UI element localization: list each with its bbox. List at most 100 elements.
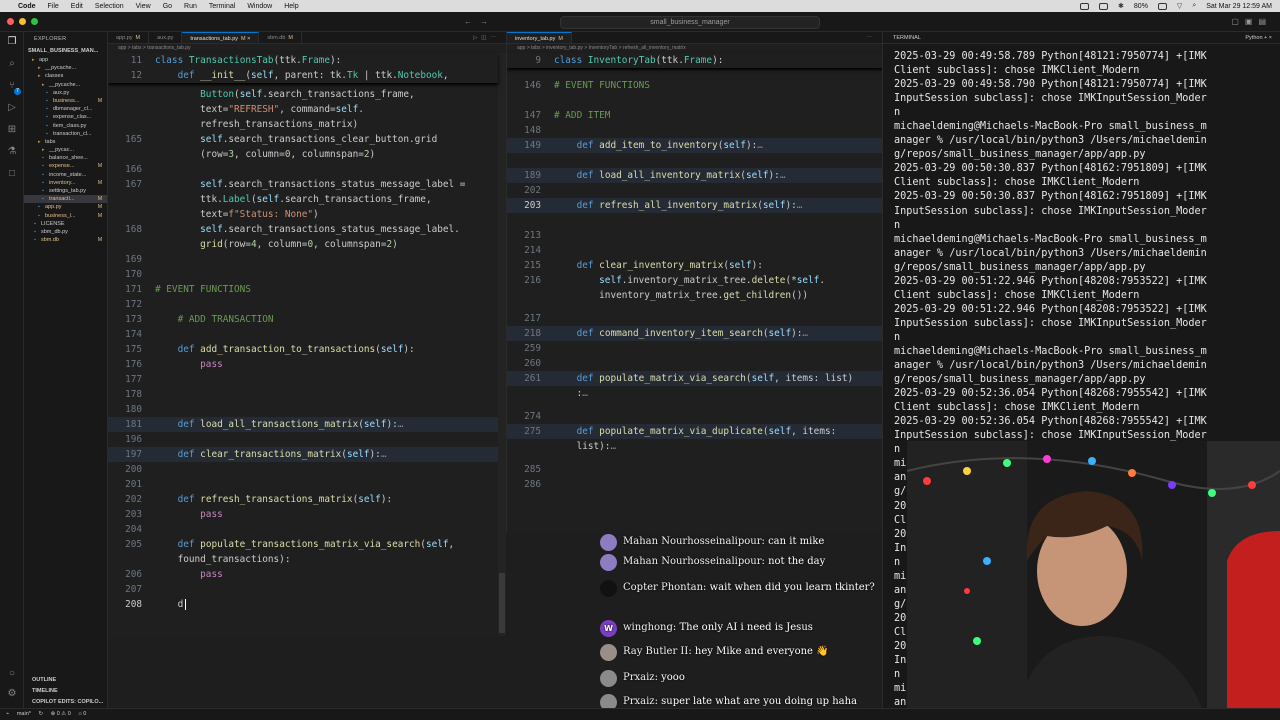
code-line[interactable]: 174 [108, 327, 498, 342]
sticky-scroll-header[interactable]: 11 class TransactionsTab(ttk.Frame): 12 de… [108, 53, 498, 83]
problems-count[interactable]: ⊗ 0 ⚠ 0 [51, 711, 71, 717]
code-line[interactable]: (row=3, column=0, columnspan=2) [108, 147, 498, 162]
close-tab-icon[interactable]: × [247, 36, 250, 42]
toggle-panel-icon[interactable]: ▣ [1245, 17, 1259, 26]
code-line[interactable]: found_transactions): [108, 552, 498, 567]
forward-arrow-icon[interactable]: → [480, 17, 496, 26]
code-line[interactable]: grid(row=4, column=0, columnspan=2) [108, 237, 498, 252]
code-line[interactable]: 9 class InventoryTab(ttk.Frame): [507, 53, 882, 68]
file-tree-item[interactable]: ▪ expense... M [24, 162, 107, 170]
close-window-button[interactable] [7, 18, 14, 25]
minimize-window-button[interactable] [19, 18, 26, 25]
code-line[interactable]: 217 [507, 311, 882, 326]
file-tree-item[interactable]: ▪ income_state... [24, 171, 107, 179]
ports-count[interactable]: ⌂ 0 [78, 711, 86, 717]
tab-sbm-db[interactable]: sbm.db M [259, 32, 303, 43]
code-line[interactable]: 206 pass [108, 567, 498, 582]
code-line[interactable]: 202 [507, 183, 882, 198]
code-line[interactable]: 204 [108, 522, 498, 537]
git-branch[interactable]: main* [17, 711, 31, 717]
code-line[interactable]: 197 def clear_transactions_matrix(self):… [108, 447, 498, 462]
menu-run[interactable]: Run [184, 3, 197, 10]
editor1-scrollbar[interactable] [498, 53, 506, 636]
back-arrow-icon[interactable]: ← [464, 17, 480, 26]
explorer-icon[interactable]: ❐ [6, 36, 18, 48]
tab-aux-py[interactable]: aux.py [149, 32, 183, 43]
file-tree-item[interactable]: ▸ classes [24, 72, 107, 80]
settings-gear-icon[interactable]: ⚙ [6, 688, 18, 700]
code-line[interactable]: 170 [108, 267, 498, 282]
menu-edit[interactable]: Edit [71, 3, 83, 10]
code-line[interactable]: 165 self.search_transactions_clear_butto… [108, 132, 498, 147]
code-line[interactable]: 205 def populate_transactions_matrix_via… [108, 537, 498, 552]
file-tree-item[interactable]: ▪ expense_clas... [24, 113, 107, 121]
search-icon[interactable]: ⌕ [6, 58, 18, 70]
code-line[interactable]: 169 [108, 252, 498, 267]
code-line[interactable]: 275 def populate_matrix_via_duplicate(se… [507, 424, 882, 439]
code-line[interactable]: 167 self.search_transactions_status_mess… [108, 177, 498, 192]
command-center-search[interactable]: small_business_manager [560, 16, 820, 29]
code-line[interactable]: inventory_matrix_tree.get_children()) [507, 288, 882, 303]
file-tree-item[interactable]: ▪ inventory... M [24, 179, 107, 187]
code-line[interactable]: 181 def load_all_transactions_matrix(sel… [108, 417, 498, 432]
sync-icon[interactable]: ↻ [38, 711, 43, 717]
code-line[interactable]: list):… [507, 439, 882, 454]
code-line[interactable]: 178 [108, 387, 498, 402]
editor2-code[interactable]: 9 class InventoryTab(ttk.Frame): 146 # EVEN… [507, 53, 882, 532]
outline-section[interactable]: OUTLINE [24, 675, 107, 686]
more-actions-icon[interactable]: ⋯ [867, 35, 877, 41]
remote-indicator-icon[interactable]: ⌁ [6, 711, 9, 717]
code-line[interactable]: ttk.Label(self.search_transactions_frame… [108, 192, 498, 207]
code-line[interactable]: refresh_transactions_matrix) [108, 117, 498, 132]
code-line[interactable]: Button(self.search_transactions_frame, [108, 87, 498, 102]
account-icon[interactable]: ○ [6, 668, 18, 680]
code-line[interactable]: 207 [108, 582, 498, 597]
code-line[interactable]: 203 pass [108, 507, 498, 522]
extensions-icon[interactable]: ⊞ [6, 124, 18, 136]
code-line[interactable]: 200 [108, 462, 498, 477]
code-line[interactable]: 173 # ADD TRANSACTION [108, 312, 498, 327]
more-actions-icon[interactable]: ⋯ [491, 35, 501, 41]
file-tree-item[interactable]: ▪ balance_shee... [24, 154, 107, 162]
code-line[interactable]: 147 # ADD ITEM [507, 108, 882, 123]
run-debug-icon[interactable]: ▷ [6, 102, 18, 114]
menu-terminal[interactable]: Terminal [209, 3, 235, 10]
file-tree-item[interactable]: ▪ sbm_db.py [24, 228, 107, 236]
menu-help[interactable]: Help [284, 3, 298, 10]
wifi-icon[interactable]: ▽ [1177, 2, 1182, 10]
tab-transactions-tab-py[interactable]: transactions_tab.py M × [182, 32, 260, 43]
menu-selection[interactable]: Selection [95, 3, 124, 10]
record-icon[interactable] [1080, 2, 1090, 10]
menu-code[interactable]: Code [18, 3, 36, 10]
close-panel-icon[interactable]: × [1269, 35, 1272, 41]
code-line[interactable]: 203 def refresh_all_inventory_matrix(sel… [507, 198, 882, 213]
menu-go[interactable]: Go [163, 3, 172, 10]
code-line[interactable]: 218 def command_inventory_item_search(se… [507, 326, 882, 341]
copilot-edits-section[interactable]: COPILOT EDITS: COPILO... [24, 697, 107, 708]
code-line[interactable]: :… [507, 386, 882, 401]
code-line[interactable]: 285 [507, 462, 882, 477]
code-line[interactable]: 215 def clear_inventory_matrix(self): [507, 258, 882, 273]
code-line[interactable]: 172 [108, 297, 498, 312]
timeline-section[interactable]: TIMELINE [24, 686, 107, 697]
code-line[interactable]: 208 d [108, 597, 498, 612]
code-line[interactable]: 261 def populate_matrix_via_search(self,… [507, 371, 882, 386]
code-line[interactable]: 196 [108, 432, 498, 447]
code-line[interactable]: 171 # EVENT FUNCTIONS [108, 282, 498, 297]
code-line[interactable]: 11 class TransactionsTab(ttk.Frame): [108, 53, 498, 68]
remote-explorer-icon[interactable]: □ [6, 168, 18, 180]
file-tree-item[interactable]: ▪ item_class.py [24, 122, 107, 130]
code-line[interactable]: 259 [507, 341, 882, 356]
code-line[interactable]: 202 def refresh_transactions_matrix(self… [108, 492, 498, 507]
menu-bar-clock[interactable]: Sat Mar 29 12:59 AM [1206, 3, 1272, 10]
editor1-breadcrumb[interactable]: app > tabs > transactions_tab.py [108, 44, 506, 53]
project-root[interactable]: SMALL_BUSINESS_MAN... [24, 46, 107, 56]
menu-view[interactable]: View [136, 3, 151, 10]
split-editor-icon[interactable]: ◫ [481, 35, 490, 41]
file-tree-item[interactable]: ▪ transaction_cl... [24, 130, 107, 138]
editor2-breadcrumb[interactable]: app > tabs > inventory_tab.py > Inventor… [507, 44, 882, 53]
code-line[interactable]: 260 [507, 356, 882, 371]
testing-icon[interactable]: ⚗ [6, 146, 18, 158]
file-tree-item[interactable]: ▪ transacti... M [24, 195, 107, 204]
zoom-window-button[interactable] [31, 18, 38, 25]
